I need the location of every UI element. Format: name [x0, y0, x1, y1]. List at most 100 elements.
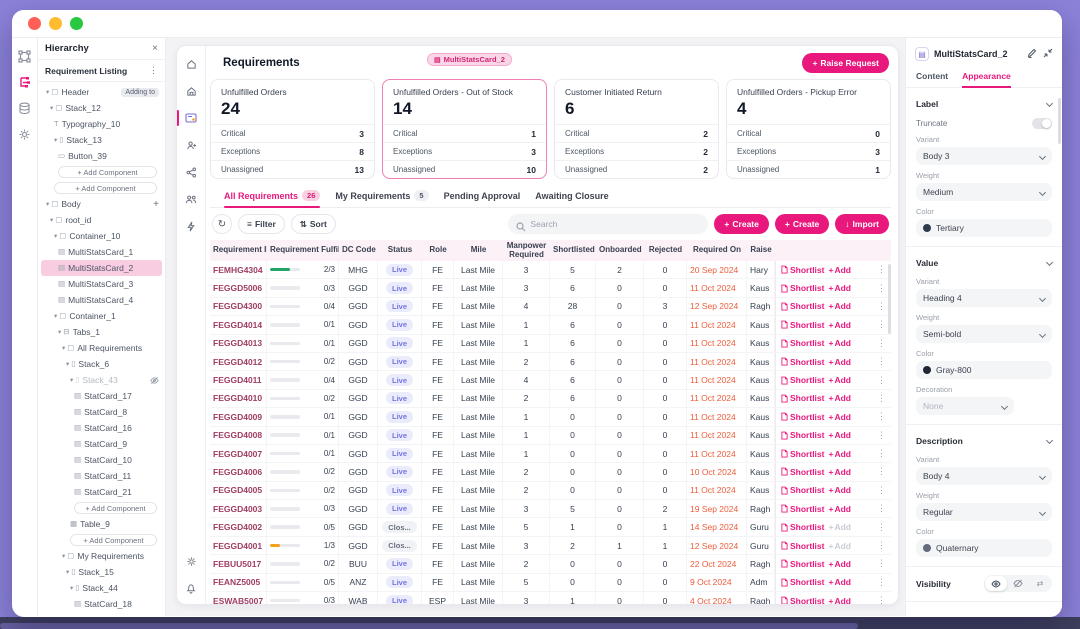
description-section-header[interactable]: Description — [916, 433, 1052, 449]
add-button[interactable]: +Add — [828, 412, 851, 422]
row-kebab-icon[interactable]: ⋮ — [877, 356, 886, 367]
tree-item[interactable]: ▤ MultiStatsCard_4 — [41, 292, 162, 308]
row-kebab-icon[interactable]: ⋮ — [877, 338, 886, 349]
tree-item[interactable]: ▤ StatCard_17 — [41, 388, 162, 404]
table-row[interactable]: FEGGD4300 0/4 GGD Live FE Last Mile 4 28… — [210, 298, 891, 316]
add-button[interactable]: +Add — [828, 265, 851, 275]
refresh-icon[interactable]: ↻ — [212, 214, 232, 234]
table-row[interactable]: FEANZ5005 0/5 ANZ Live FE Last Mile 5 0 … — [210, 574, 891, 592]
description-variant-select[interactable]: Body 4 — [916, 467, 1052, 485]
expand-arrow-icon[interactable]: ▾ — [46, 200, 49, 208]
add-button[interactable]: +Add — [828, 357, 851, 367]
table-row[interactable]: FEGGD4013 0/1 GGD Live FE Last Mile 1 6 … — [210, 335, 891, 353]
tab-appearance[interactable]: Appearance — [962, 68, 1011, 87]
kebab-menu-icon[interactable]: ⋮ — [149, 65, 158, 76]
shortlist-button[interactable]: Shortlist — [781, 467, 824, 477]
multi-stats-card[interactable]: Unfulfilled Orders - Out of Stock 14 Cri… — [382, 79, 547, 179]
expand-arrow-icon[interactable]: ▾ — [46, 88, 49, 96]
add-button[interactable]: +Add — [828, 375, 851, 385]
add-button[interactable]: +Add — [828, 541, 851, 551]
tree-item[interactable]: ▤ MultiStatsCard_1 — [41, 244, 162, 260]
shortlist-button[interactable]: Shortlist — [781, 504, 824, 514]
row-kebab-icon[interactable]: ⋮ — [877, 301, 886, 312]
close-window-button[interactable] — [28, 17, 41, 30]
users-icon[interactable] — [182, 191, 200, 207]
row-kebab-icon[interactable]: ⋮ — [877, 393, 886, 404]
table-row[interactable]: FEGGD4002 0/5 GGD Clos... FE Last Mile 5… — [210, 518, 891, 536]
row-kebab-icon[interactable]: ⋮ — [877, 448, 886, 459]
row-kebab-icon[interactable]: ⋮ — [877, 485, 886, 496]
tree-item[interactable]: ▭ Button_39 — [41, 148, 162, 164]
shortlist-button[interactable]: Shortlist — [781, 412, 824, 422]
table-row[interactable]: ESWAB5007 0/3 WAB Live ESP Last Mile 3 1… — [210, 592, 891, 604]
add-button[interactable]: +Add — [828, 393, 851, 403]
conditional-visibility-icon[interactable]: ⇄ — [1029, 576, 1051, 591]
shortlist-button[interactable]: Shortlist — [781, 449, 824, 459]
tree-item[interactable]: ▤ MultiStatsCard_3 — [41, 276, 162, 292]
expand-arrow-icon[interactable]: ▾ — [66, 360, 69, 368]
add-button[interactable]: +Add — [828, 430, 851, 440]
layout-section-header[interactable]: Layout — [916, 610, 1052, 616]
tree-item[interactable]: T Typography_10 — [41, 116, 162, 132]
shortlist-button[interactable]: Shortlist — [781, 320, 824, 330]
tree-item[interactable]: ▾ ▢ Container_10 — [41, 228, 162, 244]
add-button[interactable]: +Add — [828, 449, 851, 459]
label-variant-select[interactable]: Body 3 — [916, 147, 1052, 165]
search-input[interactable] — [508, 214, 708, 234]
shortlist-button[interactable]: Shortlist — [781, 522, 824, 532]
close-icon[interactable]: × — [152, 44, 158, 54]
table-row[interactable]: FEGGD5006 0/3 GGD Live FE Last Mile 3 6 … — [210, 279, 891, 297]
tree-item[interactable]: ▾ ▢ My Requirements — [41, 548, 162, 564]
shortlist-button[interactable]: Shortlist — [781, 301, 824, 311]
expand-arrow-icon[interactable]: ▾ — [70, 376, 73, 384]
tree-item[interactable]: ▾ ▯ Stack_6 — [41, 356, 162, 372]
expand-arrow-icon[interactable]: ▾ — [62, 552, 65, 560]
row-kebab-icon[interactable]: ⋮ — [877, 466, 886, 477]
add-button[interactable]: +Add — [828, 522, 851, 532]
visibility-off-icon[interactable] — [150, 376, 159, 385]
table-row[interactable]: FEGGD4010 0/2 GGD Live FE Last Mile 2 6 … — [210, 390, 891, 408]
tree-item[interactable]: ▾ ▢ root_id — [41, 212, 162, 228]
row-kebab-icon[interactable]: ⋮ — [877, 558, 886, 569]
database-icon[interactable] — [18, 102, 31, 115]
tree-item[interactable]: ▾ ▯ Stack_13 — [41, 132, 162, 148]
tree-item[interactable]: ▤ StatCard_11 — [41, 468, 162, 484]
tree-item[interactable]: + Add Component — [41, 164, 162, 180]
tree-item[interactable]: ▤ StatCard_9 — [41, 436, 162, 452]
row-kebab-icon[interactable]: ⋮ — [877, 375, 886, 386]
hierarchy-icon[interactable] — [18, 76, 31, 89]
hidden-eye-off-icon[interactable] — [1007, 576, 1029, 591]
expand-arrow-icon[interactable]: ▾ — [54, 232, 57, 240]
settings-gear-icon[interactable] — [18, 128, 31, 141]
row-kebab-icon[interactable]: ⋮ — [877, 319, 886, 330]
tree-item[interactable]: + Add Component — [41, 180, 162, 196]
add-button[interactable]: +Add — [828, 301, 851, 311]
tree-item[interactable]: ▤ StatCard_16 — [41, 420, 162, 436]
visible-eye-icon[interactable] — [985, 576, 1007, 591]
import-button[interactable]: ↓Import — [835, 214, 889, 234]
description-weight-select[interactable]: Regular — [916, 503, 1052, 521]
shortlist-button[interactable]: Shortlist — [781, 265, 824, 275]
share-network-icon[interactable] — [182, 164, 200, 180]
table-row[interactable]: FEBUU5017 0/2 BUU Live FE Last Mile 2 0 … — [210, 555, 891, 573]
value-decoration-select[interactable]: None — [916, 397, 1014, 415]
sort-button[interactable]: ⇅Sort — [291, 214, 336, 234]
tree-item[interactable]: ▤ StatCard_21 — [41, 484, 162, 500]
add-button[interactable]: +Add — [828, 485, 851, 495]
shortlist-button[interactable]: Shortlist — [781, 596, 824, 604]
shortlist-button[interactable]: Shortlist — [781, 430, 824, 440]
filter-button[interactable]: ≡Filter — [238, 214, 285, 234]
shortlist-button[interactable]: Shortlist — [781, 541, 824, 551]
shortlist-button[interactable]: Shortlist — [781, 283, 824, 293]
table-row[interactable]: FEGGD4008 0/1 GGD Live FE Last Mile 1 0 … — [210, 427, 891, 445]
add-button[interactable]: +Add — [828, 559, 851, 569]
value-variant-select[interactable]: Heading 4 — [916, 289, 1052, 307]
shortlist-button[interactable]: Shortlist — [781, 577, 824, 587]
truncate-toggle[interactable] — [1032, 118, 1052, 129]
tree-item[interactable]: ▾ ▢ Header Adding to — [41, 84, 162, 100]
home-icon[interactable] — [182, 56, 200, 72]
tree-item[interactable]: ▤ StatCard_8 — [41, 404, 162, 420]
create-button[interactable]: +Create — [714, 214, 768, 234]
row-kebab-icon[interactable]: ⋮ — [877, 540, 886, 551]
multi-stats-card[interactable]: Customer Initiated Return 6 Critical 2 — [554, 79, 719, 179]
